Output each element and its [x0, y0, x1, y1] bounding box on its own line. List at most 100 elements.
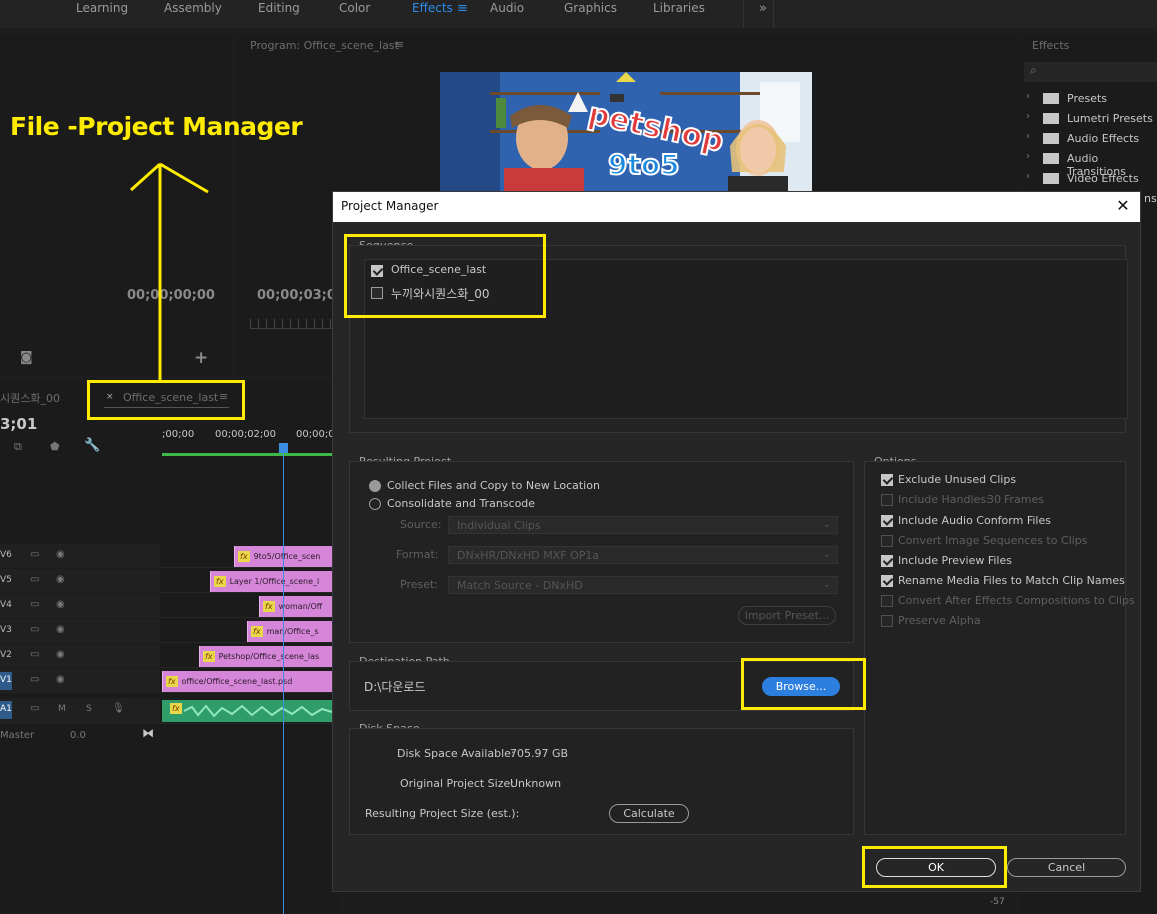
workspace-editing[interactable]: Editing — [258, 1, 300, 15]
brand-logo-subtext: 9to5 — [608, 148, 680, 181]
original-size-label: Original Project Size: — [400, 777, 514, 790]
playhead-line — [283, 452, 284, 914]
cancel-button[interactable]: Cancel — [1007, 858, 1126, 877]
more-workspaces-icon[interactable]: » — [759, 1, 767, 16]
option-checkbox[interactable] — [881, 515, 893, 527]
track-label: V3 — [0, 625, 12, 635]
option-checkbox[interactable] — [881, 494, 893, 506]
fit-icon[interactable]: ⧓ — [142, 726, 154, 740]
option-checkbox[interactable] — [881, 615, 893, 627]
eye-icon[interactable]: ◉ — [56, 550, 68, 560]
option-checkbox[interactable] — [881, 474, 893, 486]
timeline-clip[interactable]: fx Petshop/Office_scene_las — [199, 646, 333, 667]
video-preview-image: petshop 9to5 — [440, 72, 812, 192]
source-select[interactable]: Individual Clips ⌄ — [448, 516, 838, 534]
chevron-right-icon: › — [1026, 151, 1030, 162]
effects-item-label: Video Effects — [1067, 172, 1139, 185]
panel-menu-icon[interactable]: ≡ — [395, 38, 404, 51]
radio-collect[interactable] — [369, 480, 381, 492]
ruler-label: 00;00;02;00 — [215, 429, 277, 440]
option-checkbox[interactable] — [881, 535, 893, 547]
film-icon[interactable]: ▭ — [30, 704, 42, 714]
workspace-assembly[interactable]: Assembly — [164, 1, 222, 15]
annotation-highlight-box — [87, 380, 245, 420]
calculate-button[interactable]: Calculate — [609, 804, 689, 823]
track-header: V6 ▭ ◉ — [0, 544, 160, 568]
option-checkbox[interactable] — [881, 575, 893, 587]
timeline-clip[interactable]: fx Layer 1/Office_scene_l — [210, 571, 333, 592]
timeline-tab-inactive[interactable]: 시퀀스화_00 — [0, 390, 60, 406]
film-icon[interactable]: ▭ — [30, 600, 42, 610]
folder-icon — [1043, 153, 1059, 164]
track-header: V4 ▭ ◉ — [0, 594, 160, 618]
track-label[interactable]: A1 — [0, 701, 12, 719]
mute-button[interactable]: M — [58, 704, 70, 714]
timeline-clip[interactable]: fx woman/Off — [259, 596, 333, 617]
divider — [743, 0, 744, 28]
track-label: V5 — [0, 575, 12, 585]
program-title: Program: Office_scene_last — [250, 39, 399, 52]
preset-select[interactable]: Match Source - DNxHD ⌄ — [448, 576, 838, 594]
workspace-color[interactable]: Color — [339, 1, 370, 15]
timeline-clip[interactable]: fx office/Office_scene_last.psd — [162, 671, 333, 692]
search-icon: ⌕ — [1030, 63, 1037, 77]
disk-available-value: 705.97 GB — [510, 747, 569, 760]
effects-item[interactable]: › Audio Effects — [1026, 130, 1156, 150]
chevron-right-icon: › — [1026, 171, 1030, 182]
effects-item[interactable]: › Lumetri Presets — [1026, 110, 1156, 130]
folder-icon — [1043, 173, 1059, 184]
workspace-libraries[interactable]: Libraries — [653, 1, 705, 15]
radio-consolidate[interactable] — [369, 498, 381, 510]
eye-icon[interactable]: ◉ — [56, 675, 68, 685]
handles-unit: Frames — [1004, 493, 1045, 506]
camera-icon[interactable]: ◙ — [20, 350, 33, 365]
effects-item[interactable]: › Audio Transitions — [1026, 150, 1156, 178]
wrench-icon[interactable]: 🔧 — [84, 438, 100, 453]
film-icon[interactable]: ▭ — [30, 625, 42, 635]
workspace-audio[interactable]: Audio — [490, 1, 524, 15]
option-checkbox[interactable] — [881, 555, 893, 567]
workspace-graphics[interactable]: Graphics — [564, 1, 617, 15]
import-preset-button[interactable]: Import Preset... — [738, 606, 836, 625]
destination-path: D:\다운로드 — [364, 680, 426, 694]
snap-icon[interactable]: ⧉ — [14, 440, 22, 454]
film-icon[interactable]: ▭ — [30, 550, 42, 560]
format-select[interactable]: DNxHR/DNxHD MXF OP1a ⌄ — [448, 546, 838, 564]
chevron-right-icon: › — [1026, 131, 1030, 142]
workspace-learning[interactable]: Learning — [76, 1, 128, 15]
effects-search-input[interactable]: ⌕ — [1024, 62, 1157, 82]
film-icon[interactable]: ▭ — [30, 675, 42, 685]
track-header: V1 ▭ ◉ — [0, 669, 160, 693]
eye-icon[interactable]: ◉ — [56, 575, 68, 585]
solo-button[interactable]: S — [86, 704, 98, 714]
eye-icon[interactable]: ◉ — [56, 600, 68, 610]
chevron-down-icon: ⌄ — [822, 519, 831, 530]
close-icon[interactable]: ✕ — [1114, 196, 1132, 215]
option-checkbox[interactable] — [881, 595, 893, 607]
film-icon[interactable]: ▭ — [30, 650, 42, 660]
timeline-clip[interactable]: fx man/Office_s — [247, 621, 333, 642]
track-label[interactable]: V1 — [0, 672, 12, 690]
effects-item[interactable]: › Video Effects — [1026, 170, 1156, 190]
option-label: Exclude Unused Clips — [898, 473, 1017, 486]
audio-waveform — [183, 704, 333, 718]
timeline-panel: 시퀀스화_00 × Office_scene_last ≡ 3;01 ⧉ ⬟ 🔧… — [0, 382, 340, 914]
eye-icon[interactable]: ◉ — [56, 650, 68, 660]
workspace-bar: Learning Assembly Editing Color Effects … — [0, 0, 1157, 28]
effects-item-label: Audio Effects — [1067, 132, 1140, 145]
ruler-label: 00;00;0 — [296, 429, 335, 440]
eye-icon[interactable]: ◉ — [56, 625, 68, 635]
workspace-menu-icon[interactable]: ≡ — [457, 1, 468, 16]
workspace-effects[interactable]: Effects — [412, 1, 453, 15]
effects-item[interactable]: › Presets — [1026, 90, 1156, 110]
film-icon[interactable]: ▭ — [30, 575, 42, 585]
audio-meter-value: -57 — [990, 897, 1005, 907]
handles-value[interactable]: 30 — [987, 493, 1001, 506]
work-area-bar[interactable] — [162, 453, 333, 456]
master-value[interactable]: 0.0 — [70, 730, 86, 741]
effects-panel-title: Effects — [1032, 39, 1070, 52]
options-group: Exclude Unused Clips Include Handles: 30… — [864, 461, 1135, 835]
marker-icon[interactable]: ⬟ — [50, 440, 60, 453]
audio-clip[interactable]: fx — [162, 700, 333, 722]
microphone-icon[interactable]: 🎙 — [112, 704, 125, 714]
